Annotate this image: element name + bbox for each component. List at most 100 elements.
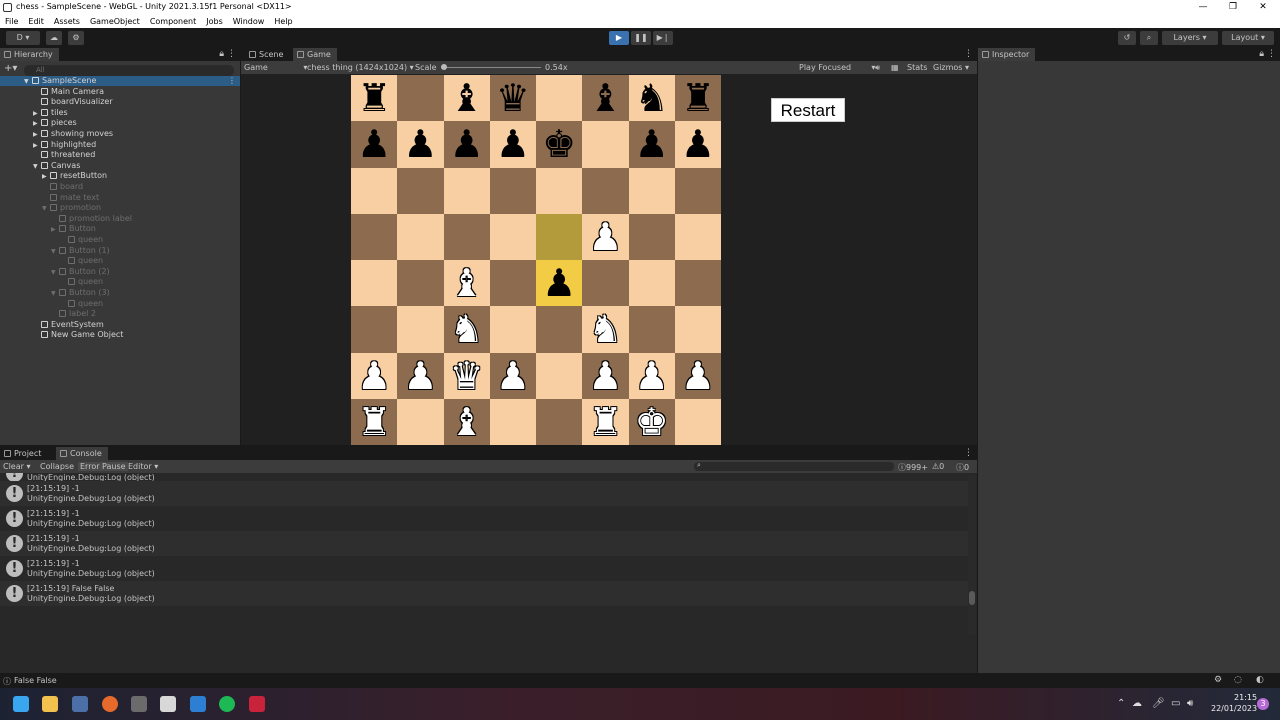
store-icon[interactable] (72, 696, 88, 712)
square-e7[interactable]: ♚ (536, 121, 583, 168)
white-pawn-icon[interactable]: ♟ (357, 357, 391, 395)
display-dropdown[interactable]: Game ▾ (244, 63, 307, 72)
square-f7[interactable] (582, 121, 629, 168)
white-pawn-icon[interactable]: ♟ (635, 357, 669, 395)
square-a4[interactable] (351, 260, 398, 307)
square-f1[interactable]: ♜ (582, 398, 629, 445)
square-h8[interactable]: ♜ (674, 75, 721, 122)
lock-icon[interactable]: 🔒︎ (1259, 49, 1264, 59)
progress-icon[interactable]: ◌ (1234, 675, 1242, 685)
square-a8[interactable]: ♜ (351, 75, 398, 122)
cloud-icon[interactable]: ☁ (46, 31, 62, 45)
hierarchy-item[interactable]: boardVisualizer (0, 97, 240, 107)
editor-dropdown[interactable]: Editor ▾ (128, 462, 158, 471)
tab-inspector[interactable]: Inspector (978, 48, 1036, 61)
square-c4[interactable]: ♝ (443, 260, 490, 307)
hierarchy-item[interactable]: New Game Object (0, 330, 240, 340)
history-icon[interactable]: ↺ (1118, 31, 1136, 45)
square-c5[interactable] (443, 213, 490, 260)
cache-icon[interactable]: ◐ (1256, 675, 1264, 685)
collab-icon[interactable]: ⚙ (68, 31, 84, 45)
step-button[interactable]: ▶❘ (653, 31, 673, 45)
square-h6[interactable] (674, 167, 721, 214)
console-log-row[interactable]: ! [21:15:19] -1 UnityEngine.Debug:Log (obj… (0, 506, 968, 531)
square-a7[interactable]: ♟ (351, 121, 398, 168)
square-f8[interactable]: ♝ (582, 75, 629, 122)
square-g5[interactable] (628, 213, 675, 260)
square-a5[interactable] (351, 213, 398, 260)
black-pawn-icon[interactable]: ♟ (403, 125, 437, 163)
play-mode-dropdown[interactable]: Play Focused ▾ (799, 63, 875, 72)
white-pawn-icon[interactable]: ♟ (403, 357, 437, 395)
square-c7[interactable]: ♟ (443, 121, 490, 168)
black-pawn-icon[interactable]: ♟ (450, 125, 484, 163)
square-h1[interactable] (674, 398, 721, 445)
hierarchy-item[interactable]: queen (0, 299, 240, 309)
square-d2[interactable]: ♟ (489, 352, 536, 399)
mute-audio-icon[interactable]: 🔊︎ (875, 63, 880, 73)
log-count-toggle[interactable]: ⓘ999+ (898, 462, 928, 473)
layout-grid-icon[interactable]: ▦ (891, 63, 899, 72)
app-icon[interactable] (249, 696, 265, 712)
file-explorer-icon[interactable] (42, 696, 58, 712)
network-icon[interactable]: ▭ (1171, 698, 1180, 709)
scale-slider[interactable] (441, 67, 541, 68)
square-e6[interactable] (536, 167, 583, 214)
foldout-arrow-icon[interactable]: ▶ (33, 142, 41, 149)
square-c6[interactable] (443, 167, 490, 214)
square-e5[interactable] (536, 213, 583, 260)
restart-button[interactable]: Restart (771, 98, 845, 122)
square-g3[interactable] (628, 306, 675, 353)
pause-button[interactable]: ❚❚ (631, 31, 651, 45)
square-h4[interactable] (674, 260, 721, 307)
square-g6[interactable] (628, 167, 675, 214)
foldout-arrow-icon[interactable]: ▼ (51, 269, 59, 276)
square-e2[interactable] (536, 352, 583, 399)
square-c8[interactable]: ♝ (443, 75, 490, 122)
hierarchy-item[interactable]: promotion label (0, 214, 240, 224)
foldout-arrow-icon[interactable]: ▼ (51, 290, 59, 297)
console-log-row[interactable]: ! [21:15:19] False False UnityEngine.Debug… (0, 581, 968, 606)
search-icon[interactable]: ⌕ (1140, 31, 1158, 45)
firefox-icon[interactable] (102, 696, 118, 712)
hierarchy-item[interactable]: ▼ Button (2) (0, 267, 240, 277)
volume-icon[interactable]: 🔊︎ (1187, 698, 1193, 709)
console-log-row[interactable]: ! [21:15:19] -1 UnityEngine.Debug:Log (obj… (0, 556, 968, 581)
stats-toggle[interactable]: Stats (907, 63, 927, 72)
kebab-menu-icon[interactable]: ⋮ (964, 448, 973, 458)
square-a3[interactable] (351, 306, 398, 353)
square-d6[interactable] (489, 167, 536, 214)
foldout-arrow-icon[interactable]: ▼ (42, 205, 50, 212)
black-queen-icon[interactable]: ♛ (496, 79, 530, 117)
white-bishop-icon[interactable]: ♝ (450, 403, 484, 441)
gizmos-dropdown[interactable]: Gizmos ▾ (933, 63, 969, 72)
hierarchy-search-input[interactable]: All (24, 65, 234, 76)
foldout-arrow-icon[interactable]: ▶ (33, 131, 41, 138)
square-g7[interactable]: ♟ (628, 121, 675, 168)
scale-slider-handle[interactable] (441, 64, 447, 70)
hierarchy-item[interactable]: ▶ pieces (0, 118, 240, 128)
lock-icon[interactable]: 🔒︎ (219, 49, 224, 59)
square-b2[interactable]: ♟ (397, 352, 444, 399)
layers-dropdown[interactable]: Layers ▾ (1162, 31, 1218, 45)
square-d7[interactable]: ♟ (489, 121, 536, 168)
menu-component[interactable]: Component (145, 15, 201, 28)
white-rook-icon[interactable]: ♜ (588, 403, 622, 441)
hierarchy-item[interactable]: ▶ showing moves (0, 129, 240, 139)
unity-hub-icon[interactable] (131, 696, 147, 712)
square-d5[interactable] (489, 213, 536, 260)
square-h5[interactable] (674, 213, 721, 260)
square-g2[interactable]: ♟ (628, 352, 675, 399)
tab-project[interactable]: Project (0, 447, 47, 460)
black-pawn-icon[interactable]: ♟ (635, 125, 669, 163)
tab-game[interactable]: Game (293, 48, 337, 61)
hierarchy-item[interactable]: ▶ tiles (0, 108, 240, 118)
white-pawn-icon[interactable]: ♟ (588, 218, 622, 256)
square-b4[interactable] (397, 260, 444, 307)
hierarchy-item[interactable]: ▶ highlighted (0, 140, 240, 150)
error-pause-toggle[interactable]: Error Pause (78, 462, 128, 471)
square-f4[interactable] (582, 260, 629, 307)
foldout-arrow-icon[interactable]: ▼ (33, 163, 41, 170)
white-knight-icon[interactable]: ♞ (588, 310, 622, 348)
black-bishop-icon[interactable]: ♝ (588, 79, 622, 117)
